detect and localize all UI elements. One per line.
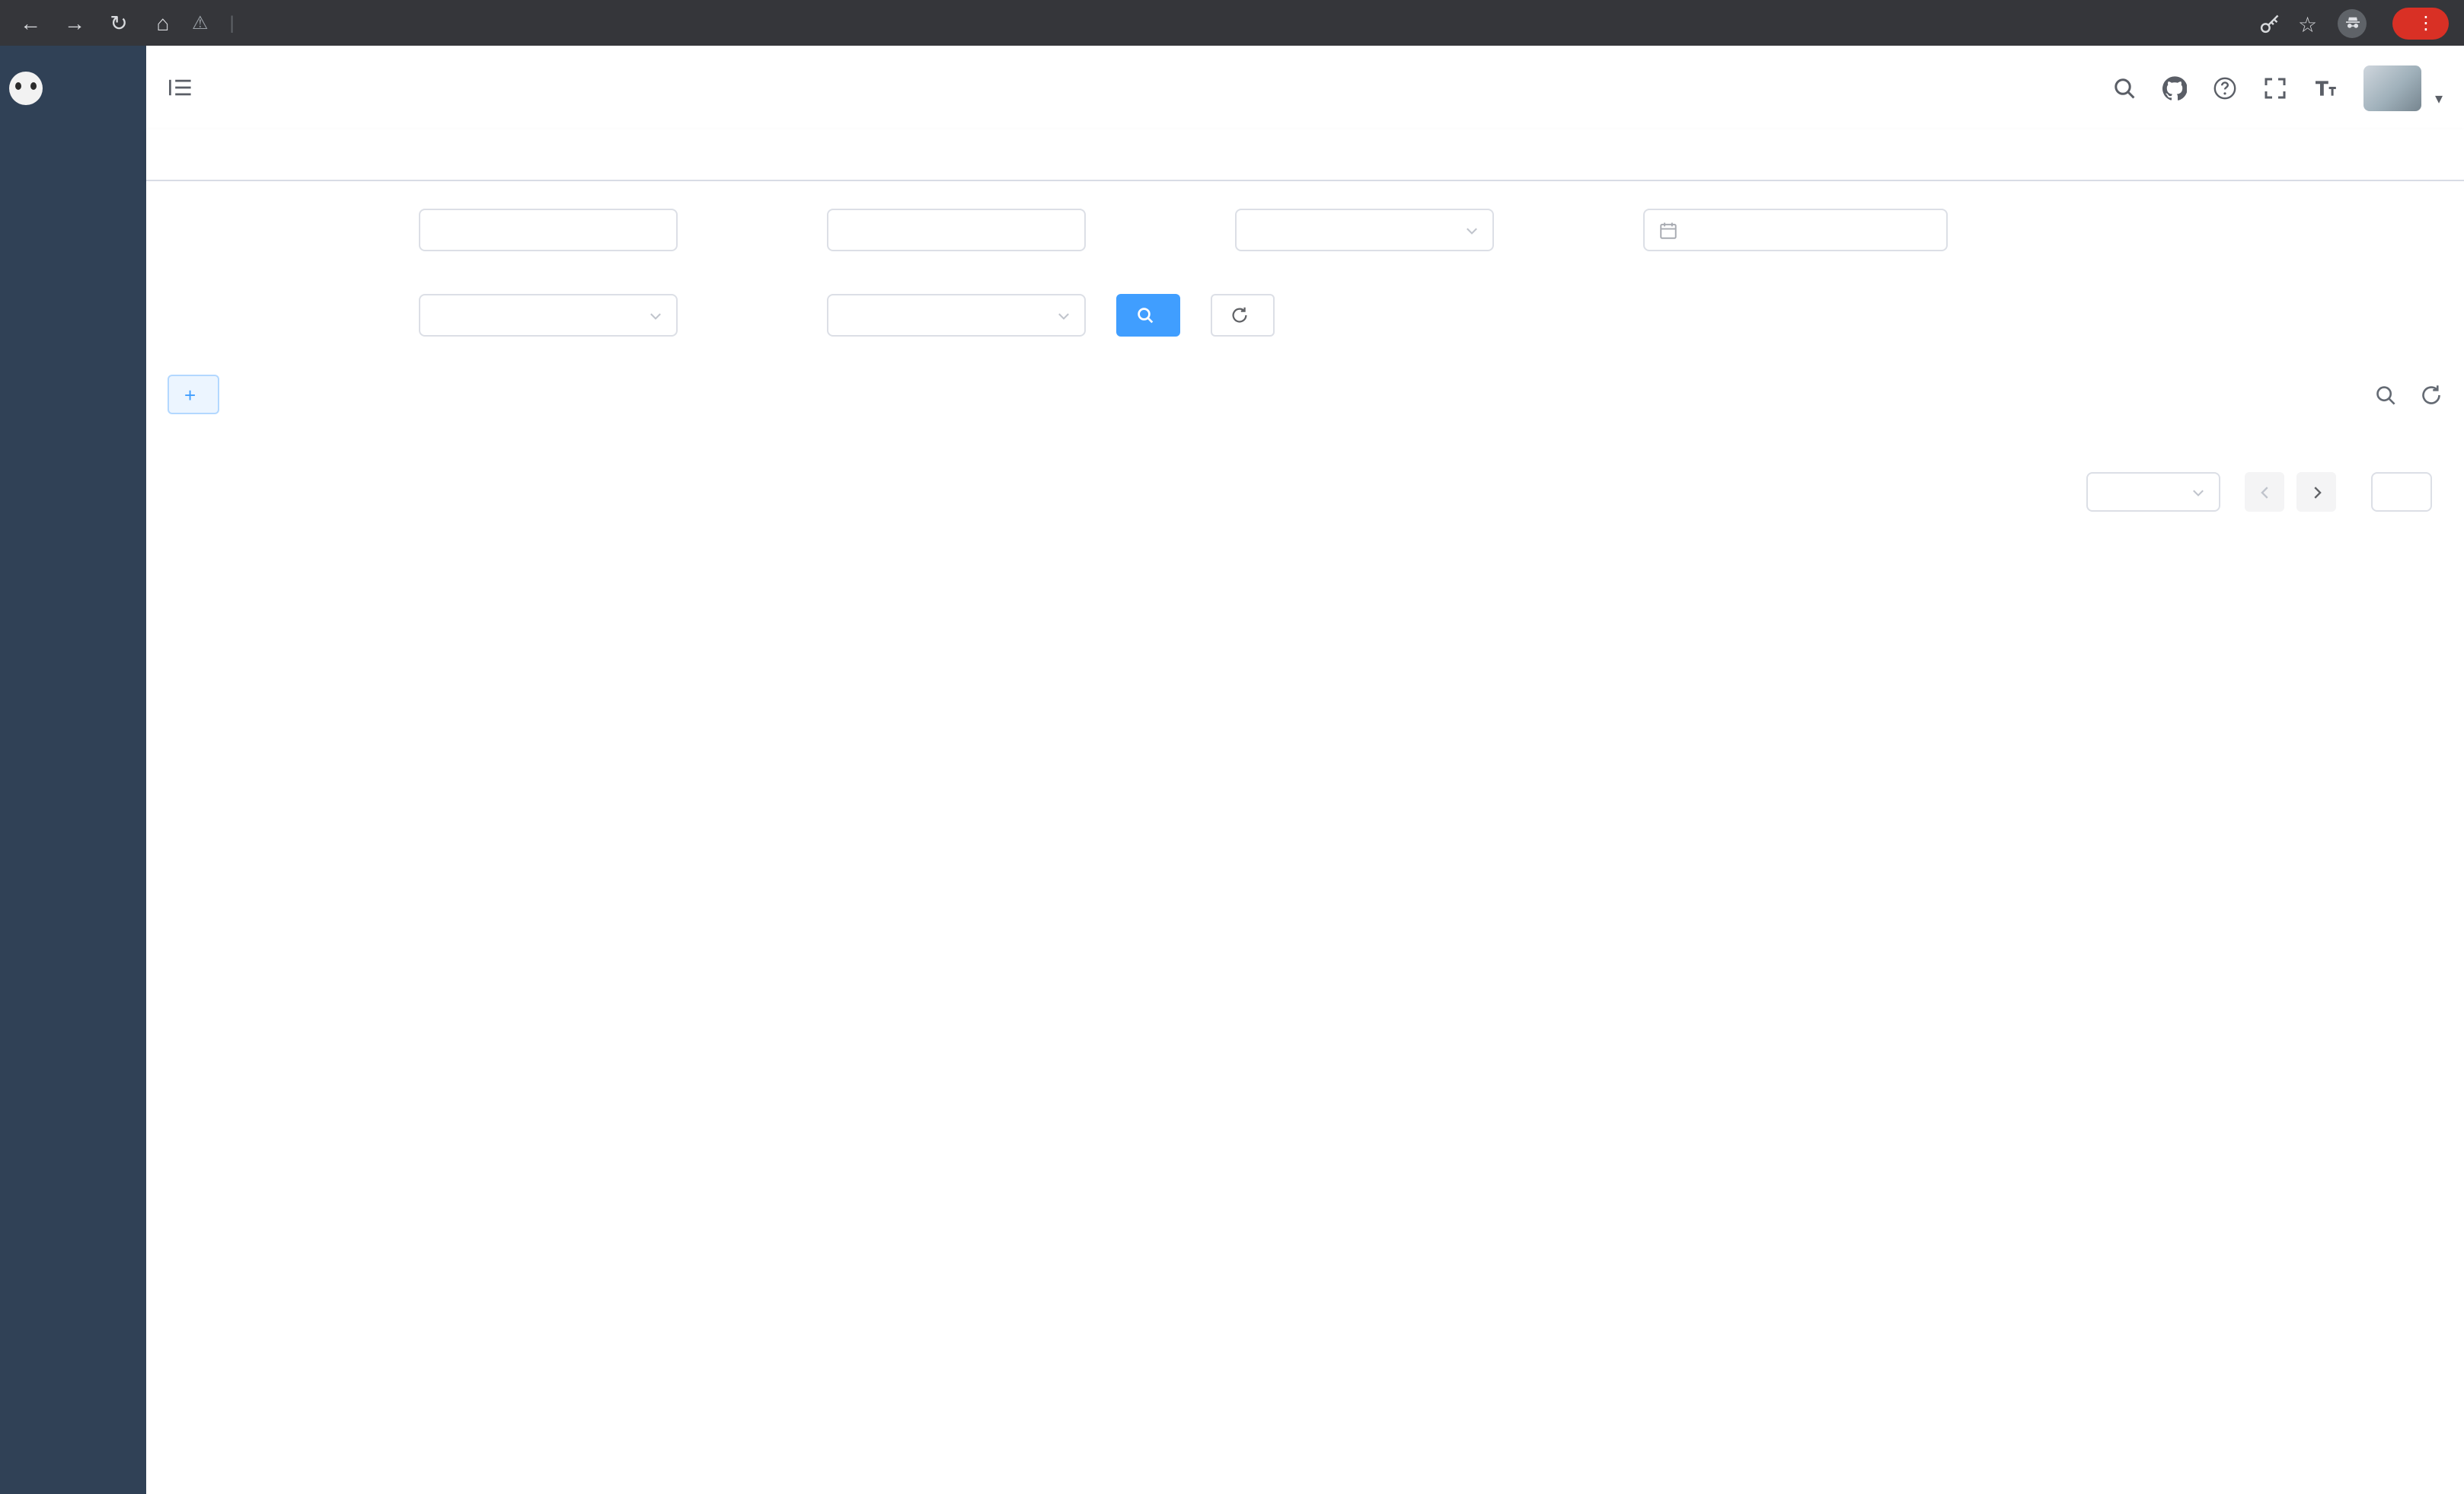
- refresh-icon: [1230, 306, 1249, 324]
- chevron-right-icon: [2308, 484, 2325, 500]
- prev-page-button[interactable]: [2245, 472, 2284, 512]
- search-icon: [1136, 306, 1154, 324]
- chevron-down-icon: [1055, 307, 1072, 324]
- home-button[interactable]: ⌂: [148, 8, 178, 38]
- sidebar: [0, 46, 146, 1494]
- filter-process-name: [300, 209, 678, 251]
- page-content: +: [146, 181, 2464, 1494]
- warning-icon: ⚠: [192, 12, 209, 34]
- incognito-icon: [2338, 8, 2367, 37]
- filter-form: [300, 209, 2443, 337]
- pagination-jump: [2360, 472, 2443, 512]
- category-select[interactable]: [1235, 209, 1494, 251]
- table-toolbar: +: [168, 375, 2443, 414]
- url-divider: |: [230, 12, 235, 34]
- goto-page-input[interactable]: [2371, 472, 2432, 512]
- tags-view: [146, 129, 2464, 181]
- filter-submit-time: [1524, 209, 1948, 251]
- avatar-caret-icon[interactable]: ▾: [2435, 91, 2443, 107]
- security-indicator[interactable]: ⚠: [192, 12, 216, 34]
- chevron-down-icon: [1463, 222, 1480, 238]
- screen: ← → ↻ ⌂ ⚠ | ☆ ⋮: [0, 0, 2464, 1494]
- font-size-icon[interactable]: [2313, 75, 2338, 100]
- filter-category: [1116, 209, 1494, 251]
- main-area: ▾: [146, 46, 2464, 1494]
- start-process-button[interactable]: +: [168, 375, 219, 414]
- pagination: [168, 472, 2443, 512]
- filter-result: [708, 294, 1086, 337]
- update-button[interactable]: ⋮: [2392, 7, 2449, 39]
- filter-process-definition: [708, 209, 1086, 251]
- filter-row-1: [300, 209, 2443, 251]
- result-select[interactable]: [827, 294, 1086, 337]
- plus-icon: +: [184, 385, 196, 404]
- filter-status: [300, 294, 678, 337]
- status-select[interactable]: [419, 294, 678, 337]
- search-button[interactable]: [1116, 294, 1180, 337]
- hamburger-icon[interactable]: [168, 76, 193, 99]
- next-page-button[interactable]: [2296, 472, 2336, 512]
- chevron-down-icon: [647, 307, 664, 324]
- show-search-icon[interactable]: [2374, 383, 2397, 406]
- help-icon[interactable]: [2213, 75, 2237, 100]
- github-icon[interactable]: [2162, 75, 2187, 100]
- browser-toolbar: ← → ↻ ⌂ ⚠ | ☆ ⋮: [0, 0, 2464, 46]
- table-tools: [2374, 383, 2443, 406]
- app-logo-image: [9, 71, 43, 104]
- reload-button[interactable]: ↻: [104, 8, 134, 38]
- toolbar-right: ☆ ⋮: [2258, 7, 2449, 39]
- avatar[interactable]: [2363, 65, 2421, 110]
- calendar-icon: [1658, 220, 1678, 240]
- key-icon[interactable]: [2258, 11, 2281, 34]
- filter-row-2: [300, 294, 2443, 337]
- refresh-table-icon[interactable]: [2420, 383, 2443, 406]
- search-icon[interactable]: [2112, 75, 2137, 100]
- chevron-left-icon: [2256, 484, 2273, 500]
- page-size-select[interactable]: [2086, 472, 2220, 512]
- reset-button[interactable]: [1211, 294, 1275, 337]
- fullscreen-icon[interactable]: [2263, 75, 2287, 100]
- date-range-picker[interactable]: [1643, 209, 1948, 251]
- process-definition-input[interactable]: [827, 209, 1086, 251]
- bookmark-star-icon[interactable]: ☆: [2298, 11, 2321, 34]
- app-header: ▾: [146, 46, 2464, 129]
- back-button[interactable]: ←: [15, 8, 46, 38]
- process-name-input[interactable]: [419, 209, 678, 251]
- chevron-down-icon: [2190, 484, 2207, 500]
- header-icons: ▾: [2112, 65, 2443, 110]
- browser-menu-icon[interactable]: ⋮: [2417, 12, 2435, 34]
- incognito-badge[interactable]: [2338, 8, 2376, 37]
- app-logo[interactable]: [0, 46, 146, 129]
- forward-button[interactable]: →: [59, 8, 90, 38]
